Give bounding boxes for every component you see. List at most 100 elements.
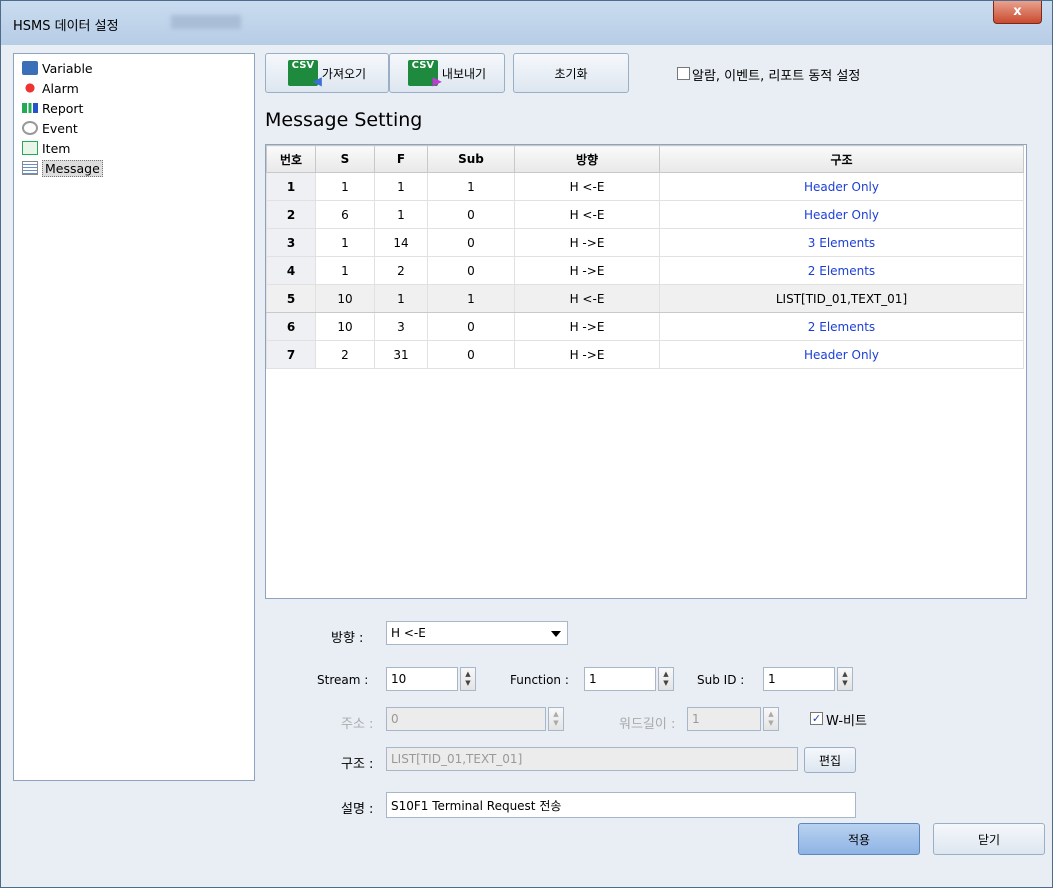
- subid-input[interactable]: 1: [763, 667, 835, 691]
- structure-input: LIST[TID_01,TEXT_01]: [386, 747, 798, 771]
- wordlen-spinner: ▲ ▼: [763, 707, 779, 731]
- export-csv-button[interactable]: CSV ▶ 내보내기: [389, 53, 505, 93]
- dialog-window: HSMS 데이터 설정 x 추가 ✖ 삭제 CSV◀ 가져오기 CSV▶ 내보내…: [0, 0, 1053, 888]
- table-cell[interactable]: 0: [427, 340, 515, 369]
- table-header-row: 번호 S F Sub 방향 구조: [266, 145, 1024, 173]
- table-cell[interactable]: 10: [315, 312, 375, 341]
- import-csv-button[interactable]: CSV ◀ 가져오기: [265, 53, 389, 93]
- table-row[interactable]: 3 1 14 0 H ->E 3 Elements: [266, 228, 1024, 257]
- function-input[interactable]: 1: [584, 667, 656, 691]
- table-row[interactable]: 2610H <-E Header Only: [266, 200, 1024, 229]
- edit-structure-button[interactable]: 편집: [804, 747, 856, 773]
- tree-item-report[interactable]: Report: [14, 98, 254, 118]
- table-row[interactable]: 5 10 1 1 H <-E LIST[TID_01,TEXT_01]: [266, 284, 1024, 313]
- dynamic-setting-checkbox[interactable]: [677, 67, 690, 80]
- table-cell[interactable]: H ->E: [514, 256, 660, 285]
- structure-cell[interactable]: 2 Elements: [659, 256, 1024, 285]
- table-row[interactable]: 7 2 31 0 H ->E Header Only: [266, 340, 1024, 369]
- function-spinner[interactable]: ▲ ▼: [658, 667, 674, 691]
- tree-item-variable[interactable]: Variable: [14, 58, 254, 78]
- item-icon: [22, 141, 38, 155]
- table-cell[interactable]: 1: [374, 200, 428, 229]
- tree-item-alarm[interactable]: Alarm: [14, 78, 254, 98]
- table-cell[interactable]: H ->E: [514, 228, 660, 257]
- description-label: 설명 :: [341, 802, 374, 817]
- column-header[interactable]: S: [315, 145, 375, 173]
- table-row[interactable]: 4120H ->E 2 Elements: [266, 256, 1024, 285]
- table-cell[interactable]: H <-E: [514, 284, 660, 313]
- export-label: 내보내기: [441, 66, 487, 81]
- table-cell[interactable]: 31: [374, 340, 428, 369]
- wordlen-label: 워드길이 :: [619, 717, 676, 732]
- table-cell[interactable]: H <-E: [514, 172, 660, 201]
- apply-button[interactable]: 적용: [798, 823, 920, 855]
- table-cell[interactable]: 1: [315, 172, 375, 201]
- table-cell[interactable]: 1: [315, 228, 375, 257]
- table-cell[interactable]: 1: [374, 284, 428, 313]
- stream-label: Stream :: [317, 673, 369, 687]
- address-label: 주소 :: [341, 717, 374, 732]
- table-cell[interactable]: 1: [427, 172, 515, 201]
- structure-cell[interactable]: Header Only: [659, 200, 1024, 229]
- alarm-icon: [22, 81, 38, 95]
- table-cell[interactable]: 2: [315, 340, 375, 369]
- structure-cell[interactable]: 2 Elements: [659, 312, 1024, 341]
- row-number-cell[interactable]: 7: [266, 340, 316, 369]
- table-cell[interactable]: 3: [374, 312, 428, 341]
- wbit-label: W-비트: [826, 714, 867, 729]
- table-cell[interactable]: H ->E: [514, 340, 660, 369]
- close-button[interactable]: 닫기: [933, 823, 1045, 855]
- column-header[interactable]: Sub: [427, 145, 515, 173]
- row-number-cell[interactable]: 5: [266, 284, 316, 313]
- navigation-tree: Variable Alarm Report Event Item Message: [13, 53, 255, 781]
- direction-select[interactable]: H <-E: [386, 621, 568, 645]
- subid-spinner[interactable]: ▲ ▼: [837, 667, 853, 691]
- table-cell[interactable]: 0: [427, 312, 515, 341]
- structure-cell[interactable]: Header Only: [659, 340, 1024, 369]
- table-cell[interactable]: 1: [315, 256, 375, 285]
- reset-label: 초기화: [554, 66, 588, 81]
- table-cell[interactable]: 14: [374, 228, 428, 257]
- tree-item-item[interactable]: Item: [14, 138, 254, 158]
- import-label: 가져오기: [321, 66, 367, 81]
- wbit-checkbox[interactable]: ✓: [810, 712, 823, 725]
- row-number-cell[interactable]: 4: [266, 256, 316, 285]
- table-cell[interactable]: 10: [315, 284, 375, 313]
- structure-cell[interactable]: 3 Elements: [659, 228, 1024, 257]
- column-header[interactable]: 번호: [266, 145, 316, 173]
- tree-item-event[interactable]: Event: [14, 118, 254, 138]
- row-number-cell[interactable]: 6: [266, 312, 316, 341]
- subid-label: Sub ID :: [697, 673, 745, 687]
- column-header[interactable]: F: [374, 145, 428, 173]
- monitor-icon: [22, 61, 38, 75]
- reset-button[interactable]: 초기화: [513, 53, 629, 93]
- table-cell[interactable]: 6: [315, 200, 375, 229]
- event-icon: [22, 121, 38, 135]
- stream-spinner[interactable]: ▲ ▼: [460, 667, 476, 691]
- chevron-down-icon: [551, 631, 561, 637]
- direction-value: H <-E: [391, 626, 426, 640]
- row-number-cell[interactable]: 3: [266, 228, 316, 257]
- table-cell[interactable]: 1: [374, 172, 428, 201]
- description-input[interactable]: S10F1 Terminal Request 전송: [386, 792, 856, 818]
- table-cell[interactable]: 2: [374, 256, 428, 285]
- table-cell[interactable]: 0: [427, 200, 515, 229]
- row-number-cell[interactable]: 1: [266, 172, 316, 201]
- structure-cell[interactable]: LIST[TID_01,TEXT_01]: [659, 284, 1024, 313]
- table-cell[interactable]: H ->E: [514, 312, 660, 341]
- stream-input[interactable]: 10: [386, 667, 458, 691]
- column-header[interactable]: 방향: [514, 145, 660, 173]
- table-row[interactable]: 1111H <-E Header Only: [266, 172, 1024, 201]
- table-row[interactable]: 6 10 3 0 H ->E 2 Elements: [266, 312, 1024, 341]
- column-header[interactable]: 구조: [659, 145, 1024, 173]
- blurred-title-extra: [171, 15, 241, 29]
- table-cell[interactable]: 0: [427, 256, 515, 285]
- table-cell[interactable]: H <-E: [514, 200, 660, 229]
- table-cell[interactable]: 0: [427, 228, 515, 257]
- table-cell[interactable]: 1: [427, 284, 515, 313]
- dynamic-setting-label: 알람, 이벤트, 리포트 동적 설정: [692, 69, 861, 84]
- close-window-button[interactable]: x: [993, 1, 1042, 24]
- tree-item-message[interactable]: Message: [14, 158, 254, 178]
- row-number-cell[interactable]: 2: [266, 200, 316, 229]
- structure-cell[interactable]: Header Only: [659, 172, 1024, 201]
